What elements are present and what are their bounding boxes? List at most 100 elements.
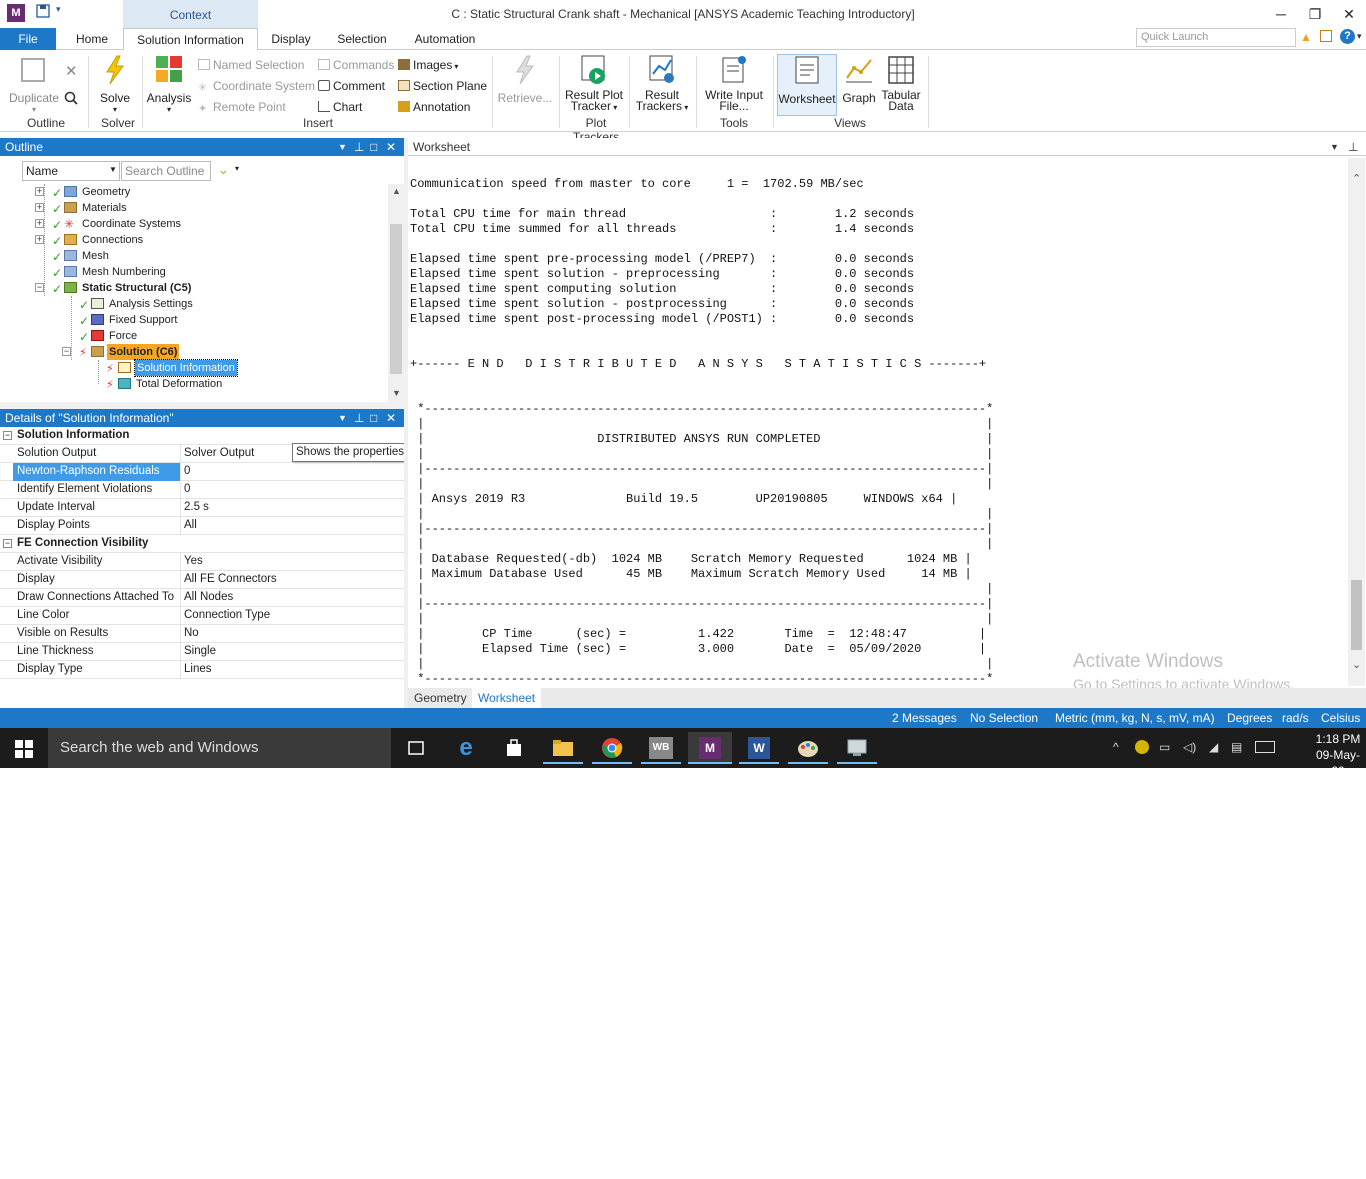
- outline-scrollbar[interactable]: ▲ ▼: [388, 184, 404, 402]
- expand-icon[interactable]: +: [35, 187, 44, 196]
- tab-worksheet[interactable]: Worksheet: [472, 688, 542, 708]
- filter-dropdown-icon[interactable]: ▾: [235, 164, 239, 173]
- collapse-icon[interactable]: −: [35, 283, 44, 292]
- tab-solution-information[interactable]: Solution Information: [123, 28, 258, 51]
- maximize-icon[interactable]: □: [370, 138, 377, 156]
- result-trackers-button[interactable]: Result Trackers ▾: [633, 54, 691, 113]
- details-row[interactable]: Display Type Lines: [0, 661, 404, 679]
- file-tab[interactable]: File: [0, 28, 56, 50]
- tree-item-solution-information[interactable]: ⚡ Solution Information: [0, 359, 388, 377]
- outline-name-filter[interactable]: Name ▼: [22, 161, 120, 181]
- details-row[interactable]: Display All FE Connectors: [0, 571, 404, 589]
- pin-icon[interactable]: ⊥: [1348, 138, 1358, 156]
- quick-launch-input[interactable]: Quick Launch: [1136, 28, 1296, 47]
- worksheet-scrollbar[interactable]: ⌃ ⌄: [1348, 158, 1365, 686]
- tab-automation[interactable]: Automation: [407, 28, 483, 50]
- delete-icon[interactable]: ✕: [65, 62, 78, 80]
- panel-splitter[interactable]: [0, 402, 404, 409]
- edge-icon[interactable]: e: [446, 732, 486, 764]
- temperature-unit-status[interactable]: Celsius: [1321, 711, 1360, 725]
- expand-icon[interactable]: +: [35, 235, 44, 244]
- tree-item-connections[interactable]: + ✓ Connections: [0, 232, 388, 248]
- help-dropdown-icon[interactable]: ▾: [1357, 31, 1362, 42]
- result-plot-tracker-button[interactable]: Result Plot Tracker ▾: [563, 54, 625, 113]
- tree-item-mesh-numbering[interactable]: ✓ Mesh Numbering: [0, 264, 388, 280]
- filter-expand-icon[interactable]: ⌄: [218, 162, 229, 178]
- notes-icon[interactable]: [1320, 30, 1332, 42]
- scroll-up-icon[interactable]: ▲: [392, 186, 401, 196]
- tree-item-materials[interactable]: + ✓ Materials: [0, 200, 388, 216]
- scroll-down-icon[interactable]: ⌄: [1352, 658, 1361, 671]
- close-icon[interactable]: ✕: [386, 409, 396, 427]
- named-selection-button[interactable]: Named Selection: [198, 56, 304, 74]
- tabular-data-button[interactable]: Tabular Data: [880, 54, 922, 112]
- commands-button[interactable]: Commands: [318, 56, 394, 74]
- close-button[interactable]: ✕: [1334, 4, 1364, 24]
- tab-display[interactable]: Display: [265, 28, 317, 50]
- annotation-button[interactable]: Annotation: [398, 98, 470, 116]
- maximize-icon[interactable]: □: [370, 409, 377, 427]
- minimize-button[interactable]: ─: [1266, 4, 1296, 24]
- mechanical-icon[interactable]: M: [688, 732, 732, 764]
- tree-item-total-deformation[interactable]: ⚡ Total Deformation: [0, 376, 388, 392]
- scrollbar-thumb[interactable]: [390, 224, 402, 374]
- comment-button[interactable]: Comment: [318, 77, 385, 95]
- details-section-fe-connection-visibility[interactable]: − FE Connection Visibility: [0, 535, 404, 553]
- tree-item-solution[interactable]: − ⚡ Solution (C6): [0, 344, 388, 360]
- panel-dropdown-icon[interactable]: ▼: [1330, 138, 1339, 156]
- details-row[interactable]: Visible on Results No: [0, 625, 404, 643]
- windows-start-icon[interactable]: [15, 740, 33, 761]
- remote-point-button[interactable]: ✦ Remote Point: [198, 98, 286, 116]
- collapse-icon[interactable]: −: [3, 431, 12, 440]
- volume-icon[interactable]: ◁): [1183, 740, 1196, 754]
- panel-dropdown-icon[interactable]: ▼: [338, 409, 347, 427]
- details-row[interactable]: Draw Connections Attached To All Nodes: [0, 589, 404, 607]
- scroll-down-icon[interactable]: ▼: [392, 388, 401, 398]
- scrollbar-thumb[interactable]: [1351, 580, 1362, 650]
- property-value[interactable]: All: [181, 517, 403, 535]
- tree-item-geometry[interactable]: + ✓ Geometry: [0, 184, 388, 200]
- details-row[interactable]: Line Color Connection Type: [0, 607, 404, 625]
- coordinate-system-button[interactable]: ✳ Coordinate System: [198, 77, 315, 95]
- search-outline-input[interactable]: Search Outline: [121, 161, 211, 181]
- tab-selection[interactable]: Selection: [331, 28, 393, 50]
- worksheet-button[interactable]: Worksheet: [777, 54, 837, 116]
- expand-icon[interactable]: +: [35, 203, 44, 212]
- tree-item-coordinate-systems[interactable]: + ✓ ✳ Coordinate Systems: [0, 216, 388, 232]
- property-value[interactable]: 0: [181, 481, 403, 499]
- system-app-icon[interactable]: [837, 732, 877, 764]
- property-value[interactable]: All Nodes: [181, 589, 403, 607]
- property-value[interactable]: 0: [181, 463, 403, 481]
- duplicate-button[interactable]: Duplicate ▾: [8, 54, 60, 114]
- tree-item-analysis-settings[interactable]: ✓ Analysis Settings: [0, 296, 388, 312]
- search-icon[interactable]: [64, 91, 78, 108]
- section-plane-button[interactable]: Section Plane: [398, 77, 487, 95]
- details-row[interactable]: Identify Element Violations 0: [0, 481, 404, 499]
- property-value[interactable]: 2.5 s: [181, 499, 403, 517]
- taskbar-clock[interactable]: 1:18 PM 09-May-20: [1314, 731, 1362, 768]
- chart-button[interactable]: Chart: [318, 98, 362, 116]
- collapse-icon[interactable]: −: [3, 539, 12, 548]
- angle-unit-status[interactable]: Degrees: [1227, 711, 1272, 725]
- word-icon[interactable]: W: [739, 732, 779, 764]
- workbench-icon[interactable]: WB: [641, 732, 681, 764]
- retrieve-button[interactable]: Retrieve...: [497, 54, 553, 105]
- collapse-icon[interactable]: −: [62, 347, 71, 356]
- tray-app-icon[interactable]: [1135, 740, 1149, 754]
- property-value[interactable]: No: [181, 625, 403, 643]
- tree-item-fixed-support[interactable]: ✓ Fixed Support: [0, 312, 388, 328]
- details-row[interactable]: Newton-Raphson Residuals 0: [0, 463, 404, 481]
- keyboard-icon[interactable]: [1255, 741, 1275, 753]
- messages-status[interactable]: 2 Messages: [892, 711, 957, 725]
- write-input-file-button[interactable]: Write Input File...: [700, 54, 768, 112]
- panel-dropdown-icon[interactable]: ▼: [338, 138, 347, 156]
- battery-icon[interactable]: ▭: [1159, 740, 1170, 754]
- tree-item-mesh[interactable]: ✓ Mesh: [0, 248, 388, 264]
- property-value[interactable]: Connection Type: [181, 607, 403, 625]
- details-row[interactable]: Line Thickness Single: [0, 643, 404, 661]
- units-status[interactable]: Metric (mm, kg, N, s, mV, mA): [1055, 711, 1215, 725]
- restore-button[interactable]: ❐: [1300, 4, 1330, 24]
- property-value[interactable]: Lines: [181, 661, 403, 679]
- chrome-icon[interactable]: [592, 732, 632, 764]
- rate-unit-status[interactable]: rad/s: [1282, 711, 1309, 725]
